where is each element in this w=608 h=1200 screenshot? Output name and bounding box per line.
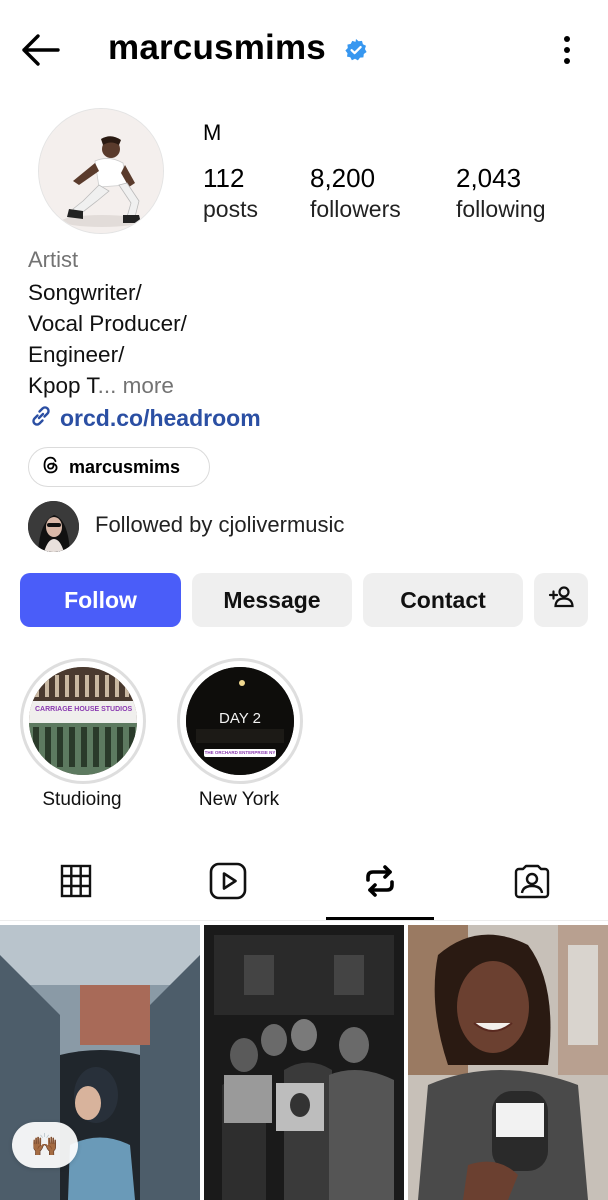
threads-icon: [41, 455, 61, 480]
grid-post-3[interactable]: [408, 925, 608, 1200]
profile-username: marcusmims: [108, 28, 326, 67]
add-person-icon: [546, 582, 576, 618]
followers-count[interactable]: 8,200 followers: [310, 162, 401, 224]
posts-count[interactable]: 112 posts: [203, 162, 258, 224]
followers-label: followers: [310, 196, 401, 222]
followed-by-text[interactable]: Followed by cjolivermusic: [95, 512, 344, 538]
highlight-new-york[interactable]: DAY 2 THE ORCHARD ENTERPRISE NY: [177, 658, 303, 784]
tab-tagged[interactable]: [504, 855, 560, 911]
profile-category: Artist: [28, 247, 79, 272]
profile-avatar[interactable]: [38, 108, 164, 234]
posts-value: 112: [203, 163, 245, 193]
bio-more-link[interactable]: ... more: [98, 373, 174, 398]
tab-divider: [0, 920, 608, 921]
verified-badge-icon: [344, 38, 368, 62]
tab-posts-grid[interactable]: [48, 855, 104, 911]
link-text[interactable]: orcd.co/headroom: [60, 405, 261, 432]
grid-icon: [60, 864, 92, 903]
bio-line: Songwriter/: [28, 280, 142, 305]
mutual-follower-avatar[interactable]: [28, 501, 79, 552]
follow-button[interactable]: Follow: [20, 573, 181, 627]
bio-line: Vocal Producer/: [28, 311, 187, 336]
following-label: following: [456, 196, 546, 222]
display-name: M: [203, 120, 222, 145]
active-tab-indicator: [326, 917, 434, 920]
reaction-bubble[interactable]: 🙌🏾: [12, 1122, 78, 1168]
highlight-title: DAY 2: [219, 710, 261, 727]
profile-bio: Songwriter/ Vocal Producer/ Engineer/ Kp…: [28, 277, 187, 401]
reels-icon: [209, 862, 247, 905]
posts-label: posts: [203, 196, 258, 222]
highlight-cover-newyork: DAY 2 THE ORCHARD ENTERPRISE NY: [186, 667, 294, 775]
contact-button[interactable]: Contact: [363, 573, 523, 627]
highlight-sticker: THE ORCHARD ENTERPRISE NY: [204, 750, 276, 755]
highlight-ring: DAY 2 THE ORCHARD ENTERPRISE NY: [177, 658, 303, 784]
followers-value: 8,200: [310, 163, 376, 193]
grid-post-2[interactable]: [204, 925, 404, 1200]
bio-line: Engineer/: [28, 342, 125, 367]
more-options-icon[interactable]: [552, 30, 580, 70]
highlight-sticker: CARRIAGE HOUSE STUDIOS: [35, 706, 133, 713]
highlight-cover-studio: CARRIAGE HOUSE STUDIOS: [29, 667, 137, 775]
back-arrow-icon[interactable]: [18, 30, 62, 70]
link-icon: [28, 403, 54, 434]
following-value: 2,043: [456, 163, 522, 193]
bio-line-text: Kpop T: [28, 373, 98, 398]
suggested-users-button[interactable]: [534, 573, 588, 627]
highlight-ring: CARRIAGE HOUSE STUDIOS: [20, 658, 146, 784]
tab-reels[interactable]: [200, 855, 256, 911]
following-count[interactable]: 2,043 following: [456, 162, 546, 224]
reposts-icon: [362, 863, 398, 904]
threads-badge[interactable]: marcusmims: [28, 447, 210, 487]
highlight-studioing[interactable]: CARRIAGE HOUSE STUDIOS: [20, 658, 146, 784]
bio-line: Kpop T... more: [28, 370, 187, 401]
bio-link[interactable]: orcd.co/headroom: [28, 403, 261, 434]
highlight-label: Studioing: [42, 789, 122, 810]
highlight-label: New York: [198, 789, 280, 810]
tab-reposts[interactable]: [352, 855, 408, 911]
raising-hands-icon: 🙌🏾: [31, 1132, 59, 1157]
threads-handle: marcusmims: [69, 456, 181, 477]
tagged-icon: [513, 862, 551, 905]
message-button[interactable]: Message: [192, 573, 352, 627]
